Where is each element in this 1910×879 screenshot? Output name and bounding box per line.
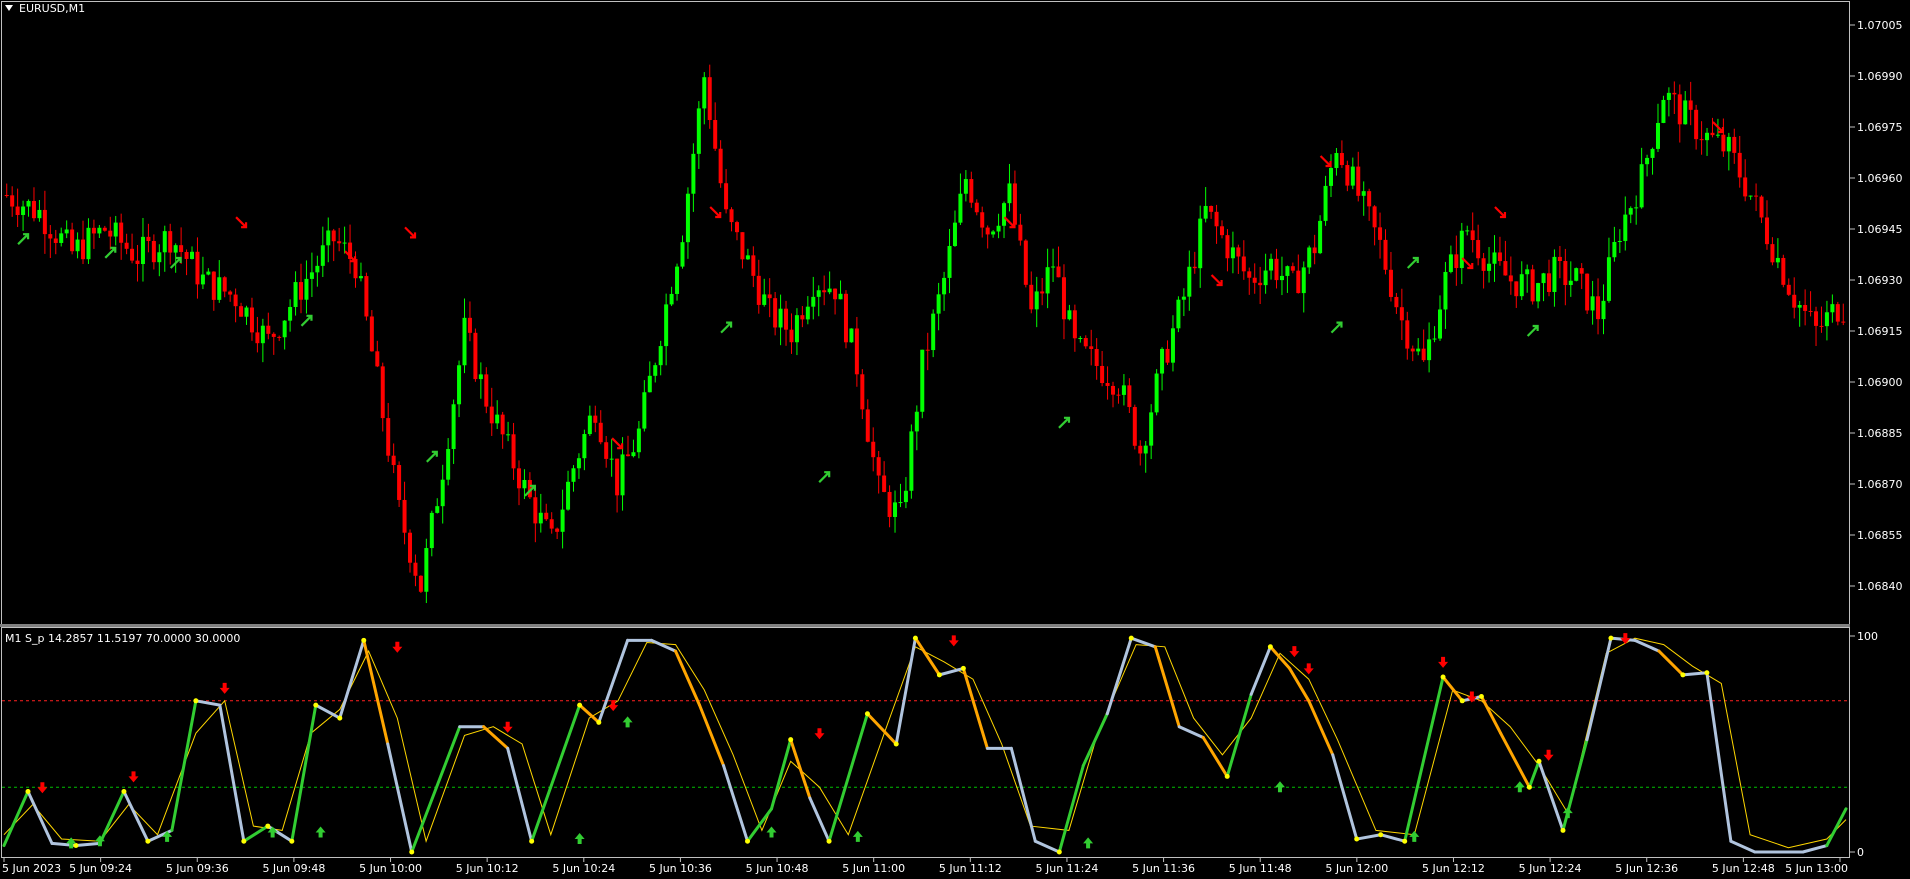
bear-candle bbox=[1530, 264, 1535, 305]
time-tick-label: 5 Jun 11:48 bbox=[1229, 862, 1292, 875]
turning-point-dot bbox=[337, 715, 343, 721]
time-tick-label: 5 Jun 09:48 bbox=[262, 862, 325, 875]
time-tick-label: 5 Jun 10:36 bbox=[649, 862, 712, 875]
turning-point-dot bbox=[361, 637, 367, 643]
turning-point-dot bbox=[1704, 670, 1710, 676]
time-tick-label: 5 Jun 12:48 bbox=[1712, 862, 1775, 875]
time-tick-label: 5 Jun 11:12 bbox=[939, 862, 1002, 875]
bear-candle bbox=[1132, 404, 1137, 450]
bull-candle bbox=[1176, 296, 1181, 333]
turning-point-dot bbox=[1378, 832, 1384, 838]
turning-point-dot bbox=[1459, 698, 1465, 704]
turning-point-dot bbox=[1128, 635, 1134, 641]
bull-candle bbox=[931, 309, 936, 358]
bear-candle bbox=[418, 575, 423, 593]
time-tick-label: 5 Jun 10:12 bbox=[456, 862, 519, 875]
turning-point-dot bbox=[788, 737, 794, 743]
turning-point-dot bbox=[193, 698, 199, 704]
price-tick-label: 1.06855 bbox=[1857, 529, 1903, 542]
chart-background bbox=[0, 0, 1910, 875]
panel-splitter[interactable] bbox=[0, 624, 1850, 627]
price-tick-label: 1.06900 bbox=[1857, 376, 1903, 389]
time-tick-label: 5 Jun 09:24 bbox=[69, 862, 132, 875]
chart-window[interactable]: EURUSD,M1 M1 S_p 14.2857 11.5197 70.0000… bbox=[0, 0, 1910, 875]
bear-candle bbox=[843, 290, 848, 349]
bear-candle bbox=[1585, 273, 1590, 314]
turning-point-dot bbox=[1560, 827, 1566, 833]
turning-point-dot bbox=[1267, 644, 1273, 650]
price-tick-label: 1.07005 bbox=[1857, 19, 1903, 32]
turning-point-dot bbox=[1536, 758, 1542, 764]
time-tick-label: 5 Jun 10:00 bbox=[359, 862, 422, 875]
bear-candle bbox=[1781, 254, 1786, 288]
time-tick-label: 5 Jun 2023 bbox=[2, 862, 61, 875]
turning-point-dot bbox=[893, 741, 899, 747]
turning-point-dot bbox=[529, 838, 535, 844]
symbol-title: EURUSD,M1 bbox=[19, 2, 85, 15]
turning-point-dot bbox=[826, 838, 832, 844]
turning-point-dot bbox=[145, 838, 151, 844]
turning-point-dot bbox=[912, 635, 918, 641]
indicator-tick-label: 100 bbox=[1857, 630, 1878, 643]
bull-candle bbox=[920, 349, 925, 419]
time-tick-label: 5 Jun 12:24 bbox=[1519, 862, 1582, 875]
price-tick-label: 1.06930 bbox=[1857, 274, 1903, 287]
time-tick-label: 5 Jun 09:36 bbox=[166, 862, 229, 875]
turning-point-dot bbox=[1608, 635, 1614, 641]
turning-point-dot bbox=[960, 665, 966, 671]
time-tick-label: 5 Jun 12:12 bbox=[1422, 862, 1485, 875]
time-tick-label: 5 Jun 11:00 bbox=[842, 862, 905, 875]
bull-candle bbox=[909, 424, 914, 499]
turning-point-dot bbox=[313, 702, 319, 708]
bull-candle bbox=[1154, 369, 1159, 416]
turning-point-dot bbox=[1224, 773, 1230, 779]
price-tick-label: 1.06960 bbox=[1857, 172, 1903, 185]
price-tick-label: 1.06885 bbox=[1857, 427, 1903, 440]
turning-point-dot bbox=[289, 838, 295, 844]
turning-point-dot bbox=[265, 823, 271, 829]
bull-candle bbox=[849, 328, 854, 343]
price-tick-label: 1.06945 bbox=[1857, 223, 1903, 236]
chart-canvas[interactable]: EURUSD,M1 M1 S_p 14.2857 11.5197 70.0000… bbox=[0, 0, 1910, 875]
time-tick-label: 5 Jun 11:36 bbox=[1132, 862, 1195, 875]
bull-candle bbox=[1574, 267, 1579, 282]
bull-candle bbox=[1318, 215, 1323, 255]
turning-point-dot bbox=[241, 838, 247, 844]
indicator-title: M1 S_p 14.2857 11.5197 70.0000 30.0000 bbox=[5, 632, 240, 645]
time-tick-label: 5 Jun 10:24 bbox=[552, 862, 615, 875]
turning-point-dot bbox=[577, 702, 583, 708]
turning-point-dot bbox=[1354, 836, 1360, 842]
time-tick-label: 5 Jun 12:36 bbox=[1615, 862, 1678, 875]
turning-point-dot bbox=[25, 789, 31, 795]
time-tick-label: 5 Jun 13:00 bbox=[1785, 862, 1848, 875]
indicator-tick-label: 0 bbox=[1857, 846, 1864, 859]
turning-point-dot bbox=[596, 719, 602, 725]
turning-point-dot bbox=[864, 711, 870, 717]
bear-candle bbox=[364, 272, 369, 321]
turning-point-dot bbox=[1526, 784, 1532, 790]
bear-candle bbox=[1023, 239, 1028, 288]
turning-point-dot bbox=[1402, 838, 1408, 844]
price-tick-label: 1.06990 bbox=[1857, 70, 1903, 83]
turning-point-dot bbox=[1440, 674, 1446, 680]
turning-point-dot bbox=[1056, 849, 1062, 855]
price-tick-label: 1.06915 bbox=[1857, 325, 1903, 338]
turning-point-dot bbox=[73, 843, 79, 849]
turning-point-dot bbox=[409, 849, 415, 855]
time-tick-label: 5 Jun 12:00 bbox=[1325, 862, 1388, 875]
turning-point-dot bbox=[745, 838, 751, 844]
turning-point-dot bbox=[121, 789, 127, 795]
price-tick-label: 1.06870 bbox=[1857, 478, 1903, 491]
turning-point-dot bbox=[1478, 693, 1484, 699]
price-tick-label: 1.06975 bbox=[1857, 121, 1903, 134]
turning-point-dot bbox=[936, 672, 942, 678]
price-tick-label: 1.06840 bbox=[1857, 580, 1903, 593]
time-tick-label: 5 Jun 10:48 bbox=[746, 862, 809, 875]
turning-point-dot bbox=[1680, 672, 1686, 678]
bear-candle bbox=[473, 328, 478, 382]
time-tick-label: 5 Jun 11:24 bbox=[1036, 862, 1099, 875]
